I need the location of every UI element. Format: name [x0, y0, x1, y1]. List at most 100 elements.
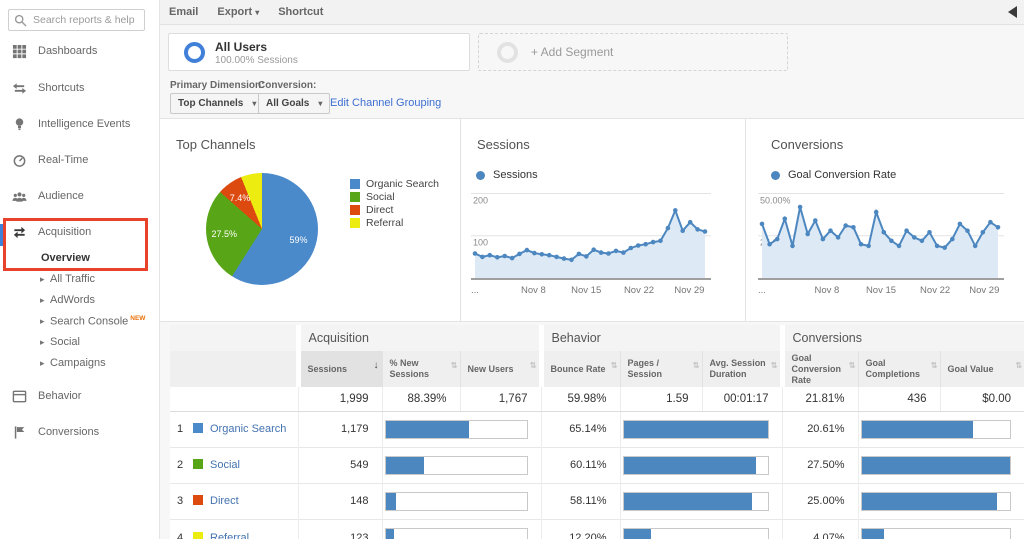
sidebar-item-overview[interactable]: Overview — [0, 249, 160, 269]
column-header-goal-completions[interactable]: Goal Completions⇅ — [858, 351, 940, 387]
sidebar-item-behavior[interactable]: Behavior — [0, 385, 160, 409]
sidebar-item-real-time[interactable]: Real-Time — [0, 149, 160, 173]
bounce-bar-cell — [620, 483, 782, 519]
channel-link[interactable]: Referral — [210, 532, 249, 539]
expand-triangle-icon: ▸ — [40, 295, 45, 306]
data-point — [859, 242, 864, 247]
data-point — [584, 254, 589, 259]
sidebar-item-dashboards[interactable]: Dashboards — [0, 40, 160, 64]
x-axis-labels: ...Nov 8Nov 15Nov 22Nov 29 — [758, 285, 1004, 297]
table-totals-row: 1,999 88.39% 1,767 59.98% 1.59 00:01:17 … — [170, 387, 1024, 411]
bar-fill — [862, 457, 1011, 474]
channel-link[interactable]: Direct — [210, 495, 239, 507]
analytics-app: Dashboards Shortcuts Intelligence Events… — [0, 0, 1024, 539]
segment-all-users[interactable]: All Users 100.00% Sessions — [168, 33, 470, 71]
bounce-rate-value: 58.11% — [541, 483, 620, 519]
column-header-new-sessions[interactable]: % New Sessions⇅ — [382, 351, 460, 387]
add-segment-ring-icon — [497, 42, 518, 63]
sidebar-item-acquisition[interactable]: Acquisition — [0, 221, 160, 245]
data-point — [920, 239, 925, 244]
export-button[interactable]: Export▾ — [217, 6, 259, 18]
column-header-sessions[interactable]: Sessions↓ — [298, 351, 382, 387]
data-point — [554, 255, 559, 260]
bounce-bar-cell — [620, 411, 782, 447]
column-header-avg-session-duration[interactable]: Avg. Session Duration⇅ — [702, 351, 782, 387]
sidebar-item-social[interactable]: ▸ Social — [0, 333, 160, 353]
channel-cell: 4Referral — [170, 519, 298, 539]
active-section-indicator — [0, 224, 4, 246]
sidebar-item-intelligence-events[interactable]: Intelligence Events — [0, 113, 160, 137]
expand-triangle-icon: ▸ — [40, 274, 45, 285]
sidebar-subitem-label: Campaigns — [50, 357, 106, 369]
primary-dimension-dropdown[interactable]: Top Channels▾ — [170, 93, 264, 114]
sidebar-item-label: Shortcuts — [38, 82, 84, 94]
sidebar-item-audience[interactable]: Audience — [0, 185, 160, 209]
add-segment-button[interactable]: + Add Segment — [478, 33, 788, 71]
goal-rate-bar — [861, 456, 1012, 475]
data-point — [935, 244, 940, 249]
conversion-dropdown[interactable]: All Goals▾ — [258, 93, 330, 114]
group-header-acquisition: Acquisition — [298, 325, 541, 351]
sidebar-item-campaigns[interactable]: ▸ Campaigns — [0, 354, 160, 374]
total-new-users: 1,767 — [460, 387, 541, 411]
column-header-goal-value[interactable]: Goal Value⇅ — [940, 351, 1024, 387]
sidebar-subitem-label: All Traffic — [50, 273, 95, 285]
sidebar-item-label: Intelligence Events — [38, 118, 130, 130]
sidebar-item-conversions[interactable]: Conversions — [0, 421, 160, 445]
data-point — [828, 228, 833, 233]
channel-link[interactable]: Social — [210, 459, 240, 471]
table-group-header-row: Acquisition Behavior Conversions — [170, 325, 1024, 351]
sidebar-item-search-console[interactable]: ▸ Search ConsoleNEW — [0, 312, 160, 332]
bar-fill — [386, 457, 425, 474]
x-axis-tick: Nov 22 — [920, 285, 950, 296]
column-header-pages-session[interactable]: Pages / Session⇅ — [620, 351, 702, 387]
data-point — [965, 228, 970, 233]
sidebar-item-shortcuts[interactable]: Shortcuts — [0, 77, 160, 101]
email-button[interactable]: Email — [169, 6, 198, 18]
data-point — [767, 242, 772, 247]
channel-cell: 3Direct — [170, 483, 298, 519]
data-point — [540, 252, 545, 257]
conversions-plot: 25.00%50.00% — [758, 185, 1004, 280]
table-row: 4Referral12312.20%4.07% — [170, 519, 1024, 539]
column-header-new-users[interactable]: New Users⇅ — [460, 351, 541, 387]
data-point — [562, 256, 567, 261]
edit-channel-grouping-link[interactable]: Edit Channel Grouping — [330, 97, 441, 109]
column-header-bounce-rate[interactable]: Bounce Rate⇅ — [541, 351, 620, 387]
column-header-goal-conversion-rate[interactable]: Goal Conversion Rate⇅ — [782, 351, 858, 387]
acquisition-icon — [12, 225, 27, 240]
channel-cell: 1Organic Search — [170, 411, 298, 447]
collapse-panel-icon[interactable] — [1008, 6, 1017, 18]
data-point — [502, 254, 507, 259]
sessions-value: 549 — [298, 447, 382, 483]
data-point — [517, 252, 522, 257]
data-point — [673, 208, 678, 213]
goal-bar-cell — [858, 519, 1024, 539]
sessions-value: 148 — [298, 483, 382, 519]
data-point — [874, 210, 879, 215]
data-point — [942, 245, 947, 250]
data-point — [591, 247, 596, 252]
data-point — [703, 229, 708, 234]
channel-link[interactable]: Organic Search — [210, 423, 286, 435]
main-content: Email Export▾ Shortcut All Users 100.00%… — [160, 0, 1024, 539]
data-point — [599, 250, 604, 255]
sidebar-item-adwords[interactable]: ▸ AdWords — [0, 291, 160, 311]
data-point — [658, 239, 663, 244]
bounce-rate-bar — [623, 492, 769, 511]
segment-title: All Users — [215, 40, 267, 54]
sessions-panel: Sessions Sessions 100200 ...Nov 8Nov 15N… — [460, 119, 745, 321]
bar-fill — [862, 421, 973, 438]
sidebar-item-label: Conversions — [38, 426, 99, 438]
y-axis-label: 100 — [473, 238, 488, 248]
goal-bar-cell — [858, 411, 1024, 447]
shortcut-button[interactable]: Shortcut — [278, 6, 323, 18]
goal-bar-cell — [858, 447, 1024, 483]
sidebar-item-all-traffic[interactable]: ▸ All Traffic — [0, 270, 160, 290]
table-row: 1Organic Search1,17965.14%20.61% — [170, 411, 1024, 447]
column-header-channel — [170, 351, 298, 387]
sessions-bar-cell — [382, 519, 541, 539]
data-point — [783, 217, 788, 222]
search-input[interactable] — [33, 11, 141, 29]
table-row: 3Direct14858.11%25.00% — [170, 483, 1024, 519]
